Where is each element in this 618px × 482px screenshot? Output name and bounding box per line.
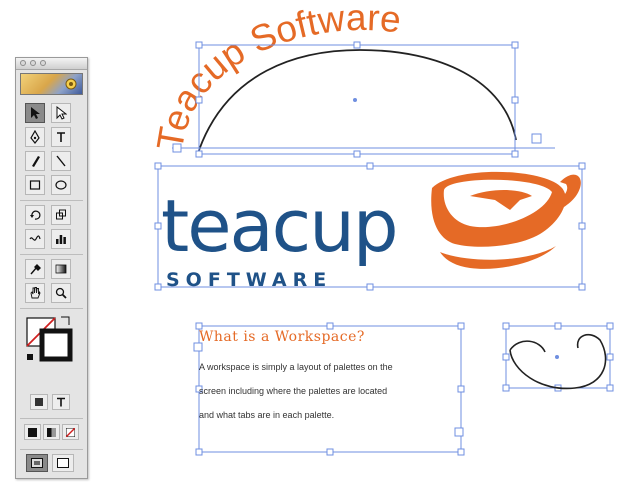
text-frame-heading[interactable]: What is a Workspace? [199, 329, 365, 345]
type-tool-icon[interactable] [51, 127, 71, 147]
artboard[interactable]: Teacup Software teacup SOFTWARE What is … [0, 0, 618, 482]
type-mode-icon[interactable] [52, 394, 70, 410]
full-screen-mode-icon[interactable] [52, 454, 74, 472]
logo-subtitle[interactable]: SOFTWARE [166, 269, 332, 291]
palette-titlebar[interactable] [16, 58, 87, 70]
close-button[interactable] [20, 60, 26, 66]
solid-color-icon[interactable] [24, 424, 41, 440]
small-curve-path[interactable] [509, 333, 607, 390]
app-banner[interactable] [20, 73, 83, 95]
tools-palette[interactable] [15, 57, 88, 479]
palette-divider [20, 200, 83, 201]
swap-arrow-icon[interactable] [61, 316, 70, 325]
curved-title-text[interactable]: Teacup Software [149, 0, 403, 153]
default-colors-icon[interactable] [27, 354, 33, 360]
text-frame-line[interactable]: A workspace is simply a layout of palett… [199, 362, 393, 372]
rotate-tool-icon[interactable] [25, 205, 45, 225]
text-frame-line[interactable]: screen including where the palettes are … [199, 386, 387, 396]
small-curve-center-point [555, 355, 559, 359]
stroke-swatch[interactable] [39, 328, 73, 362]
gradient-mode-icon[interactable] [43, 424, 60, 440]
flower-icon [65, 78, 77, 90]
warp-tool-icon[interactable] [25, 229, 45, 249]
palette-divider [20, 308, 83, 309]
pencil-tool-icon[interactable] [25, 151, 45, 171]
graph-tool-icon[interactable] [51, 229, 71, 249]
direct-selection-tool-icon[interactable] [51, 103, 71, 123]
title-center-point [353, 98, 357, 102]
palette-divider [20, 254, 83, 255]
scale-tool-icon[interactable] [51, 205, 71, 225]
rectangle-tool-icon[interactable] [25, 175, 45, 195]
eyedropper-tool-icon[interactable] [25, 259, 45, 279]
zoom-button[interactable] [40, 60, 46, 66]
hand-tool-icon[interactable] [25, 283, 45, 303]
line-tool-icon[interactable] [51, 151, 71, 171]
ellipse-tool-icon[interactable] [51, 175, 71, 195]
logo-wordmark[interactable]: teacup [161, 190, 399, 262]
text-frame-line[interactable]: and what tabs are in each palette. [199, 410, 334, 420]
selection-tool-icon[interactable] [25, 103, 45, 123]
pen-tool-icon[interactable] [25, 127, 45, 147]
gradient-tool-icon[interactable] [51, 259, 71, 279]
color-mode-icon[interactable] [30, 394, 48, 410]
none-mode-icon[interactable] [62, 424, 79, 440]
minimize-button[interactable] [30, 60, 36, 66]
fill-stroke-swatch[interactable] [25, 314, 77, 366]
palette-divider [20, 418, 83, 419]
zoom-tool-icon[interactable] [51, 283, 71, 303]
palette-divider [20, 449, 83, 450]
teacup-logo-icon[interactable] [431, 171, 581, 269]
standard-screen-mode-icon[interactable] [26, 454, 48, 472]
